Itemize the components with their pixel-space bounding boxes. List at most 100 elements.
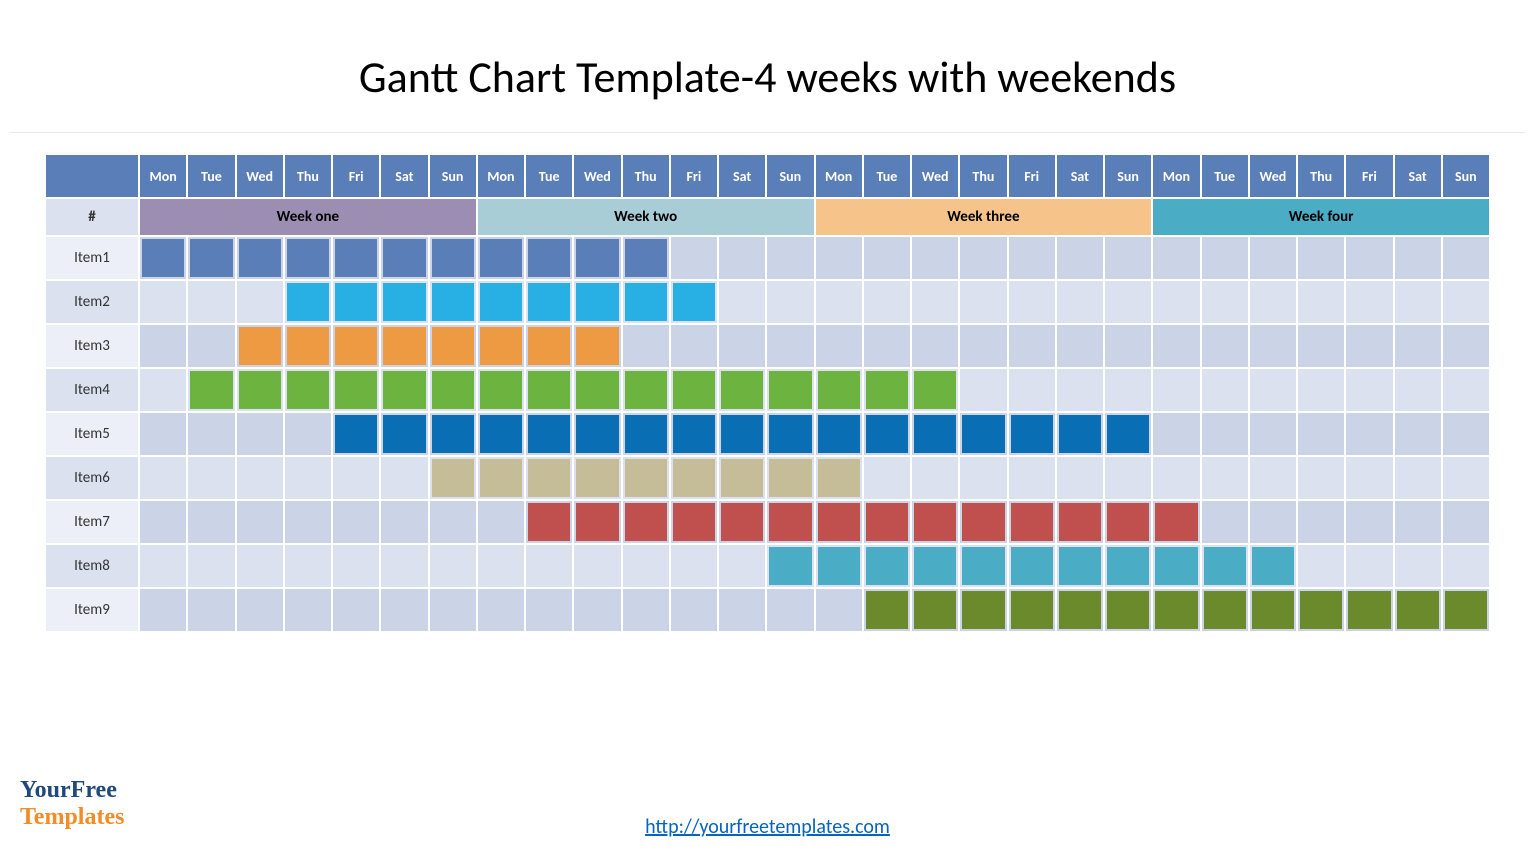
gantt-cell	[1346, 325, 1392, 367]
gantt-bar-segment	[721, 459, 763, 497]
gantt-cell	[1443, 237, 1489, 279]
gantt-cell	[478, 501, 524, 543]
gantt-bar-segment	[432, 239, 474, 277]
gantt-cell	[478, 325, 524, 367]
gantt-bar-segment	[914, 415, 956, 453]
gantt-cell	[719, 457, 765, 499]
gantt-cell	[623, 281, 669, 323]
gantt-cell	[1105, 369, 1151, 411]
gantt-bar-segment	[528, 415, 570, 453]
gantt-cell	[574, 369, 620, 411]
gantt-cell	[1153, 457, 1199, 499]
day-header: Tue	[1202, 155, 1248, 197]
gantt-cell	[1057, 589, 1103, 631]
day-header: Fri	[333, 155, 379, 197]
day-header: Mon	[816, 155, 862, 197]
day-header: Fri	[1346, 155, 1392, 197]
gantt-cell	[1202, 325, 1248, 367]
gantt-cell	[188, 369, 234, 411]
gantt-bar-segment	[818, 415, 860, 453]
gantt-bar-segment	[914, 371, 956, 409]
gantt-bar-segment	[673, 415, 715, 453]
gantt-cell	[1153, 545, 1199, 587]
gantt-cell	[1202, 457, 1248, 499]
gantt-cell	[381, 589, 427, 631]
gantt-cell	[285, 589, 331, 631]
gantt-cell	[623, 369, 669, 411]
gantt-bar-segment	[432, 415, 474, 453]
gantt-bar-segment	[1252, 591, 1294, 629]
item-label: Item5	[46, 413, 138, 455]
gantt-cell	[1395, 457, 1441, 499]
logo: YourFree Templates	[20, 777, 124, 831]
day-header: Thu	[1298, 155, 1344, 197]
gantt-cell	[960, 589, 1006, 631]
gantt-cell	[1009, 589, 1055, 631]
title-divider	[10, 132, 1525, 133]
gantt-bar-segment	[383, 371, 425, 409]
gantt-cell	[623, 413, 669, 455]
gantt-cell	[816, 325, 862, 367]
item-label: Item8	[46, 545, 138, 587]
gantt-bar-segment	[480, 415, 522, 453]
gantt-cell	[478, 545, 524, 587]
gantt-bar-segment	[335, 371, 377, 409]
day-header: Fri	[1009, 155, 1055, 197]
week-header-row: # Week oneWeek twoWeek threeWeek four	[46, 199, 1489, 235]
gantt-cell	[671, 237, 717, 279]
gantt-cell	[864, 281, 910, 323]
gantt-cell	[1443, 501, 1489, 543]
gantt-cell	[671, 325, 717, 367]
day-header: Mon	[1153, 155, 1199, 197]
gantt-cell	[1105, 237, 1151, 279]
gantt-cell	[140, 501, 186, 543]
gantt-cell	[478, 413, 524, 455]
gantt-bar-segment	[962, 415, 1004, 453]
gantt-bar-segment	[528, 283, 570, 321]
gantt-cell	[1443, 545, 1489, 587]
gantt-row: Item6	[46, 457, 1489, 499]
gantt-cell	[1395, 501, 1441, 543]
gantt-bar-segment	[239, 371, 281, 409]
gantt-bar-segment	[190, 371, 232, 409]
gantt-cell	[526, 281, 572, 323]
gantt-cell	[237, 413, 283, 455]
gantt-bar-segment	[528, 239, 570, 277]
gantt-bar-segment	[721, 415, 763, 453]
gantt-cell	[1105, 501, 1151, 543]
gantt-cell	[333, 501, 379, 543]
gantt-cell	[1395, 237, 1441, 279]
gantt-bar-segment	[1011, 547, 1053, 585]
gantt-cell	[1105, 281, 1151, 323]
footer-link[interactable]: http://yourfreetemplates.com	[645, 815, 890, 839]
gantt-cell	[1105, 589, 1151, 631]
gantt-cell	[285, 281, 331, 323]
gantt-bar-segment	[962, 591, 1004, 629]
gantt-cell	[1395, 589, 1441, 631]
gantt-cell	[1298, 457, 1344, 499]
gantt-bar-segment	[528, 503, 570, 541]
gantt-cell	[767, 369, 813, 411]
gantt-cell	[574, 325, 620, 367]
day-header: Tue	[526, 155, 572, 197]
week-header: Week one	[140, 199, 476, 235]
gantt-cell	[1009, 281, 1055, 323]
gantt-cell	[816, 501, 862, 543]
day-header: Sat	[381, 155, 427, 197]
gantt-cell	[1443, 589, 1489, 631]
gantt-cell	[237, 237, 283, 279]
gantt-cell	[1250, 545, 1296, 587]
gantt-cell	[430, 325, 476, 367]
day-header: Thu	[623, 155, 669, 197]
gantt-cell	[526, 545, 572, 587]
item-label: Item4	[46, 369, 138, 411]
gantt-cell	[574, 589, 620, 631]
gantt-cell	[767, 281, 813, 323]
gantt-cell	[381, 325, 427, 367]
gantt-bar-segment	[866, 371, 908, 409]
gantt-cell	[671, 413, 717, 455]
gantt-cell	[140, 325, 186, 367]
gantt-cell	[864, 325, 910, 367]
gantt-bar-segment	[1107, 415, 1149, 453]
gantt-bar-segment	[576, 459, 618, 497]
